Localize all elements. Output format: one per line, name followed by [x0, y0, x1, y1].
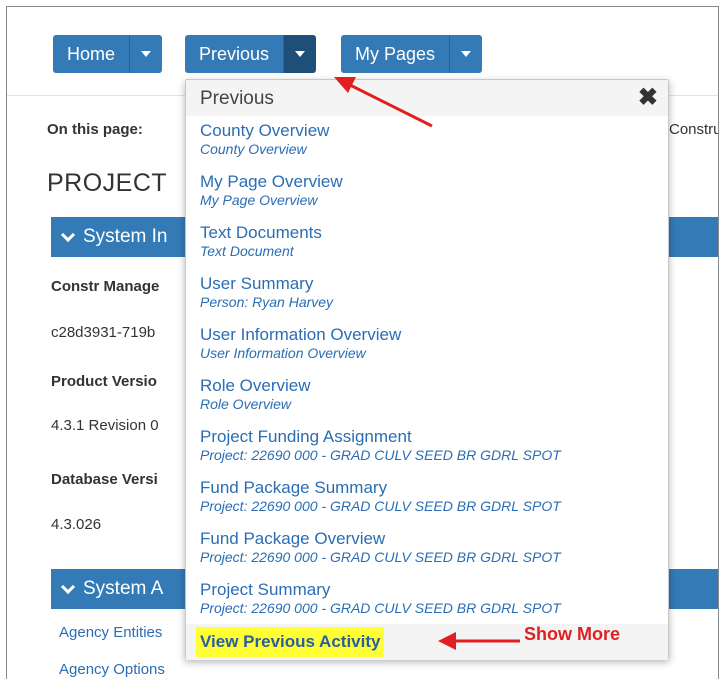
dropdown-item-subtitle: Project: 22690 000 - GRAD CULV SEED BR G…: [200, 600, 561, 616]
chevron-down-icon: [60, 579, 76, 595]
previous-dropdown-toggle[interactable]: [284, 35, 317, 73]
dropdown-item-title: User Information Overview: [200, 325, 402, 344]
section-title: System In: [83, 226, 168, 247]
field-label-database: Database Versi: [51, 471, 158, 488]
previous-button[interactable]: Previous: [185, 35, 285, 73]
mypages-button[interactable]: My Pages: [341, 35, 451, 73]
dropdown-item-subtitle: Project: 22690 000 - GRAD CULV SEED BR G…: [200, 447, 561, 463]
field-label-constr: Constr Manage: [51, 278, 160, 295]
caret-down-icon: [295, 51, 306, 57]
dropdown-item-title: My Page Overview: [200, 172, 343, 191]
caret-down-icon: [141, 51, 152, 57]
dropdown-item-subtitle: Project: 22690 000 - GRAD CULV SEED BR G…: [200, 549, 561, 565]
dropdown-item-title: Project Funding Assignment: [200, 427, 412, 446]
dropdown-item-subtitle: Project: 22690 000 - GRAD CULV SEED BR G…: [200, 498, 561, 514]
dropdown-item[interactable]: Text Documents Text Document: [200, 223, 660, 271]
close-icon[interactable]: ✖: [638, 83, 658, 112]
dropdown-item[interactable]: Role Overview Role Overview: [200, 376, 660, 424]
field-value-constr: c28d3931-719b: [51, 324, 156, 341]
view-previous-activity-link[interactable]: View Previous Activity: [196, 627, 385, 657]
dropdown-item-subtitle: Person: Ryan Harvey: [200, 294, 334, 310]
on-this-page-label: On this page:: [47, 121, 143, 138]
previous-button-group: Previous: [185, 35, 317, 73]
dropdown-item[interactable]: Project Funding Assignment Project: 2269…: [200, 427, 660, 475]
dropdown-item-subtitle: Text Document: [200, 243, 294, 259]
dropdown-item-title: Role Overview: [200, 376, 311, 395]
dropdown-header: Previous ✖: [186, 80, 668, 116]
home-button[interactable]: Home: [53, 35, 131, 73]
dropdown-item[interactable]: Fund Package Summary Project: 22690 000 …: [200, 478, 660, 526]
home-button-group: Home: [53, 35, 163, 73]
dropdown-item-title: Fund Package Summary: [200, 478, 388, 497]
dropdown-item[interactable]: Fund Package Overview Project: 22690 000…: [200, 529, 660, 577]
dropdown-item-title: Fund Package Overview: [200, 529, 386, 548]
section-title: System A: [83, 578, 164, 599]
field-value-product: 4.3.1 Revision 0: [51, 417, 159, 434]
caret-down-icon: [461, 51, 472, 57]
dropdown-item-subtitle: Role Overview: [200, 396, 292, 412]
link-agency-entities[interactable]: Agency Entities: [59, 624, 162, 641]
dropdown-item[interactable]: User Summary Person: Ryan Harvey: [200, 274, 660, 322]
chevron-down-icon: [60, 227, 76, 243]
show-more-annotation: Show More: [524, 624, 621, 644]
dropdown-title: Previous: [200, 88, 274, 109]
dropdown-item-subtitle: County Overview: [200, 141, 307, 157]
dropdown-item-subtitle: My Page Overview: [200, 192, 318, 208]
dropdown-item-subtitle: User Information Overview: [200, 345, 366, 361]
field-value-database: 4.3.026: [51, 516, 102, 533]
mypages-dropdown-toggle[interactable]: [450, 35, 483, 73]
page-title: PROJECT: [47, 169, 168, 197]
app-window: Home Previous My Pages On this page: Con…: [6, 6, 719, 679]
home-dropdown-toggle[interactable]: [130, 35, 163, 73]
dropdown-item[interactable]: County Overview County Overview: [200, 121, 660, 169]
dropdown-item-title: County Overview: [200, 121, 330, 140]
field-label-product: Product Versio: [51, 373, 157, 390]
link-agency-options[interactable]: Agency Options: [59, 661, 165, 678]
on-this-page-link[interactable]: Constru: [669, 121, 718, 138]
dropdown-item[interactable]: User Information Overview User Informati…: [200, 325, 660, 373]
dropdown-item-title: Project Summary: [200, 580, 331, 599]
dropdown-item[interactable]: Project Summary Project: 22690 000 - GRA…: [200, 580, 660, 628]
dropdown-item-title: User Summary: [200, 274, 314, 293]
mypages-button-group: My Pages: [341, 35, 483, 73]
dropdown-item-title: Text Documents: [200, 223, 322, 242]
previous-dropdown-menu: Previous ✖ County Overview County Overvi…: [185, 79, 669, 660]
dropdown-item[interactable]: My Page Overview My Page Overview: [200, 172, 660, 220]
